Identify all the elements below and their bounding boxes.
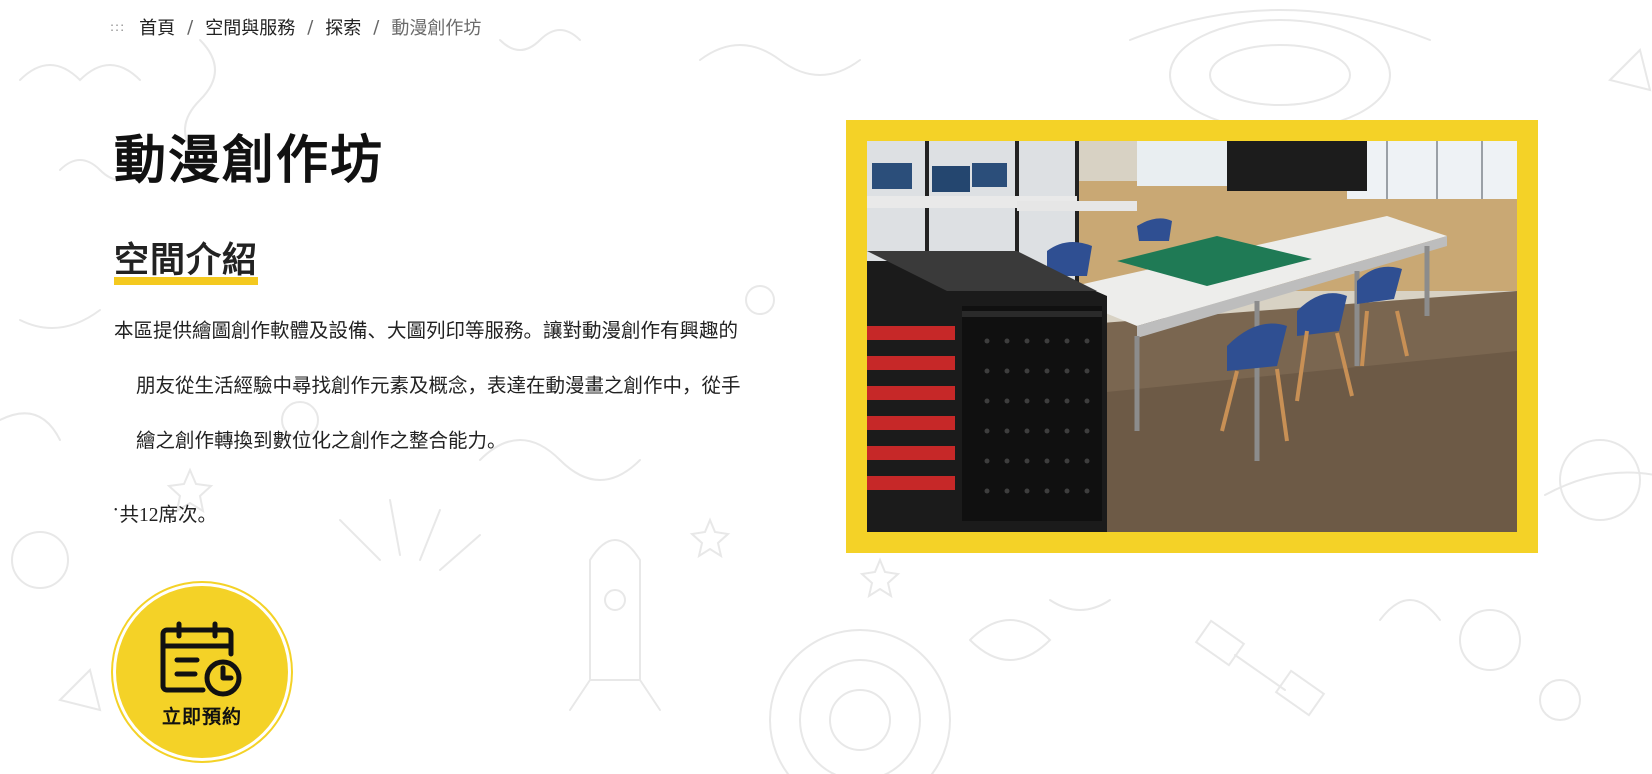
breadcrumb-anchor-icon: ::: — [110, 20, 126, 34]
space-photo — [867, 141, 1517, 532]
breadcrumb-spaces-services[interactable]: 空間與服務 — [205, 14, 295, 40]
seat-count-text: 共12席次。 — [119, 505, 218, 526]
calendar-clock-icon — [160, 621, 242, 696]
breadcrumb-explore[interactable]: 探索 — [325, 14, 361, 40]
breadcrumb-separator: / — [373, 16, 380, 38]
breadcrumb-separator: / — [307, 16, 314, 38]
reserve-button[interactable]: 立即預約 — [116, 586, 288, 758]
bullet: • — [114, 505, 118, 516]
space-description: 本區提供繪圖創作軟體及設備、大圖列印等服務。讓對動漫創作有興趣的朋友從生活經驗中… — [114, 321, 741, 452]
breadcrumb-current: 動漫創作坊 — [391, 18, 482, 39]
breadcrumb: ::: 首頁 / 空間與服務 / 探索 / 動漫創作坊 — [110, 14, 481, 40]
breadcrumb-separator: / — [187, 16, 194, 38]
space-photo-frame — [846, 120, 1538, 553]
page-content: ::: 首頁 / 空間與服務 / 探索 / 動漫創作坊 動漫創作坊 空間介紹 本… — [0, 0, 1652, 774]
section-heading-intro: 空間介紹 — [114, 232, 259, 287]
page-title: 動漫創作坊 — [114, 131, 385, 191]
seat-count: • 共12席次。 — [114, 498, 217, 527]
breadcrumb-home[interactable]: 首頁 — [139, 14, 175, 40]
reserve-button-label: 立即預約 — [161, 705, 242, 728]
